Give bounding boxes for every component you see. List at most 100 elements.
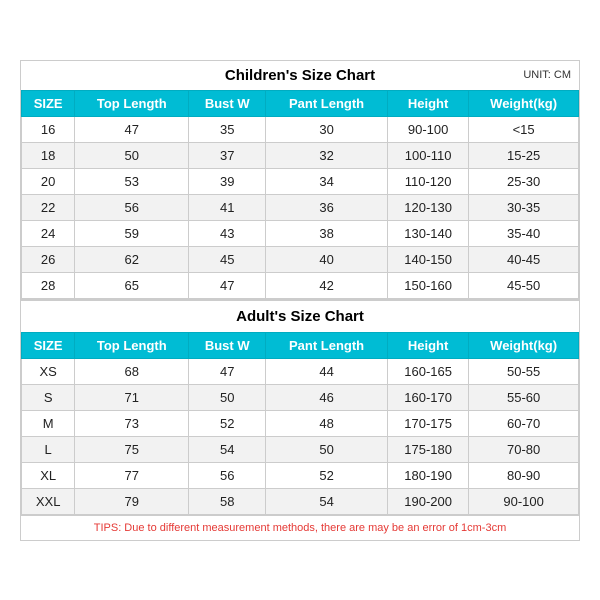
table-cell: 41 — [189, 194, 266, 220]
col-top-length: Top Length — [75, 332, 189, 358]
table-cell: 90-100 — [469, 488, 579, 514]
table-cell: 130-140 — [388, 220, 469, 246]
table-cell: 25-30 — [469, 168, 579, 194]
table-cell: 100-110 — [388, 142, 469, 168]
table-cell: 65 — [75, 272, 189, 298]
col-top-length: Top Length — [75, 90, 189, 116]
table-cell: L — [22, 436, 75, 462]
children-header-row: SIZE Top Length Bust W Pant Length Heigh… — [22, 90, 579, 116]
table-cell: 43 — [189, 220, 266, 246]
table-cell: 62 — [75, 246, 189, 272]
table-cell: 45 — [189, 246, 266, 272]
table-cell: 120-130 — [388, 194, 469, 220]
table-cell: 37 — [189, 142, 266, 168]
table-cell: 40-45 — [469, 246, 579, 272]
table-cell: 175-180 — [388, 436, 469, 462]
table-row: S715046160-17055-60 — [22, 384, 579, 410]
table-cell: 190-200 — [388, 488, 469, 514]
table-cell: 180-190 — [388, 462, 469, 488]
col-weight: Weight(kg) — [469, 90, 579, 116]
table-row: 24594338130-14035-40 — [22, 220, 579, 246]
col-weight: Weight(kg) — [469, 332, 579, 358]
children-body: 1647353090-100<1518503732100-11015-25205… — [22, 116, 579, 298]
table-row: 28654742150-16045-50 — [22, 272, 579, 298]
unit-label: UNIT: CM — [523, 69, 571, 81]
table-cell: 42 — [266, 272, 388, 298]
table-cell: 54 — [189, 436, 266, 462]
adult-body: XS684744160-16550-55S715046160-17055-60M… — [22, 358, 579, 514]
size-chart: Children's Size Chart UNIT: CM SIZE Top … — [20, 60, 580, 541]
table-cell: 52 — [266, 462, 388, 488]
table-cell: <15 — [469, 116, 579, 142]
col-size: SIZE — [22, 90, 75, 116]
adult-title-text: Adult's Size Chart — [236, 308, 364, 325]
table-cell: 48 — [266, 410, 388, 436]
table-cell: 52 — [189, 410, 266, 436]
table-cell: 140-150 — [388, 246, 469, 272]
table-cell: 38 — [266, 220, 388, 246]
table-cell: 28 — [22, 272, 75, 298]
table-cell: XS — [22, 358, 75, 384]
table-cell: 50 — [266, 436, 388, 462]
col-bust-w: Bust W — [189, 332, 266, 358]
table-cell: 22 — [22, 194, 75, 220]
table-cell: 34 — [266, 168, 388, 194]
table-cell: 68 — [75, 358, 189, 384]
table-cell: 110-120 — [388, 168, 469, 194]
table-cell: 18 — [22, 142, 75, 168]
table-cell: 160-165 — [388, 358, 469, 384]
table-cell: 80-90 — [469, 462, 579, 488]
table-row: M735248170-17560-70 — [22, 410, 579, 436]
table-row: 22564136120-13030-35 — [22, 194, 579, 220]
table-cell: 75 — [75, 436, 189, 462]
table-cell: 70-80 — [469, 436, 579, 462]
adult-header-row: SIZE Top Length Bust W Pant Length Heigh… — [22, 332, 579, 358]
col-bust-w: Bust W — [189, 90, 266, 116]
table-cell: 35 — [189, 116, 266, 142]
table-cell: 50 — [189, 384, 266, 410]
table-row: XXL795854190-20090-100 — [22, 488, 579, 514]
table-cell: 56 — [189, 462, 266, 488]
table-cell: 39 — [189, 168, 266, 194]
table-cell: 150-160 — [388, 272, 469, 298]
col-size: SIZE — [22, 332, 75, 358]
table-cell: 35-40 — [469, 220, 579, 246]
col-pant-length: Pant Length — [266, 90, 388, 116]
table-cell: 36 — [266, 194, 388, 220]
table-cell: 56 — [75, 194, 189, 220]
table-cell: 26 — [22, 246, 75, 272]
table-cell: 44 — [266, 358, 388, 384]
table-cell: 47 — [189, 358, 266, 384]
table-cell: 50-55 — [469, 358, 579, 384]
table-row: 1647353090-100<15 — [22, 116, 579, 142]
table-cell: 54 — [266, 488, 388, 514]
table-cell: 73 — [75, 410, 189, 436]
table-cell: 160-170 — [388, 384, 469, 410]
children-table: SIZE Top Length Bust W Pant Length Heigh… — [21, 90, 579, 299]
table-cell: 60-70 — [469, 410, 579, 436]
children-title: Children's Size Chart UNIT: CM — [21, 61, 579, 90]
table-cell: 170-175 — [388, 410, 469, 436]
table-cell: S — [22, 384, 75, 410]
table-row: XS684744160-16550-55 — [22, 358, 579, 384]
table-cell: 47 — [189, 272, 266, 298]
table-cell: 79 — [75, 488, 189, 514]
adult-title: Adult's Size Chart — [21, 299, 579, 332]
table-cell: 77 — [75, 462, 189, 488]
col-pant-length: Pant Length — [266, 332, 388, 358]
table-cell: 16 — [22, 116, 75, 142]
table-cell: 15-25 — [469, 142, 579, 168]
table-cell: 20 — [22, 168, 75, 194]
table-cell: XXL — [22, 488, 75, 514]
table-cell: M — [22, 410, 75, 436]
tips-text: TIPS: Due to different measurement metho… — [21, 515, 579, 540]
table-row: L755450175-18070-80 — [22, 436, 579, 462]
table-cell: 46 — [266, 384, 388, 410]
table-cell: 24 — [22, 220, 75, 246]
col-height: Height — [388, 332, 469, 358]
table-cell: 90-100 — [388, 116, 469, 142]
table-row: 26624540140-15040-45 — [22, 246, 579, 272]
table-cell: 58 — [189, 488, 266, 514]
table-cell: 47 — [75, 116, 189, 142]
table-cell: 45-50 — [469, 272, 579, 298]
